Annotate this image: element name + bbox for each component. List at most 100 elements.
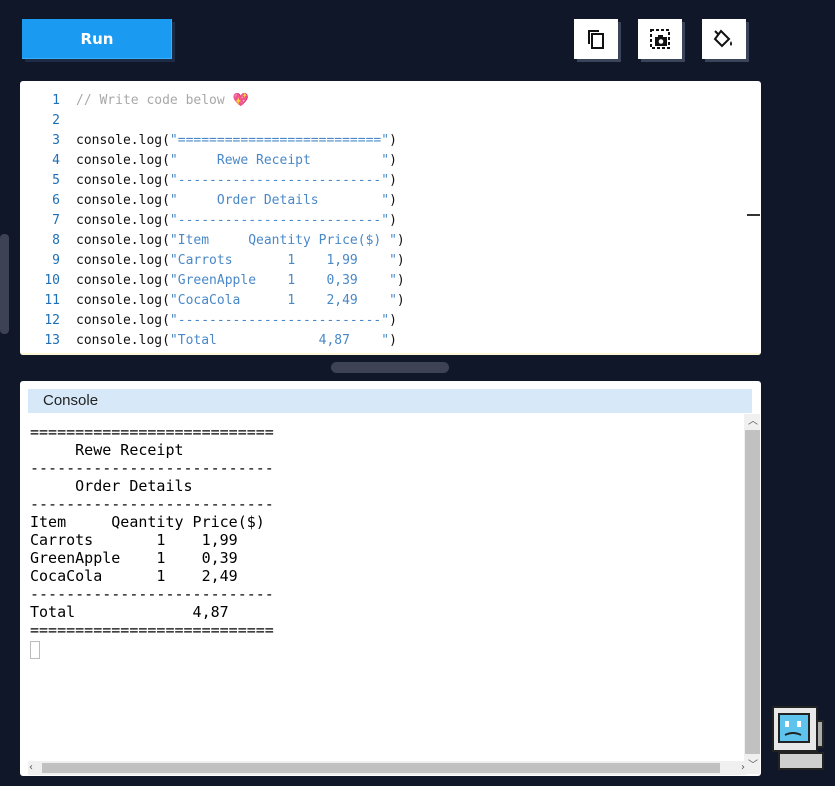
console-output-line: Carrots 1 1,99 [30,531,238,549]
code-string: "Total 4,87 " [169,333,390,348]
code-text[interactable]: console.log("--------------------------"… [76,211,397,231]
code-string: "Item Qeantity Price($) " [169,233,397,248]
code-line[interactable]: 7 console.log("--------------------------… [20,211,761,231]
code-paren: ) [389,153,397,168]
code-call: console.log( [76,293,170,308]
scroll-up-icon[interactable]: ︿ [748,416,758,428]
panel-resize-handle[interactable] [0,234,9,334]
line-number: 13 [44,333,60,348]
scrollbar-thumb[interactable] [42,763,720,773]
code-call: console.log( [76,213,170,228]
line-number: 4 [52,153,60,168]
line-number: 3 [52,133,60,148]
code-paren: ) [389,333,397,348]
line-number: 5 [52,173,60,188]
code-text[interactable]: // Write code below 💖 [76,91,249,111]
code-paren: ) [396,293,405,308]
code-line[interactable]: 10 console.log("GreenApple 1 0,39 ") [20,271,761,291]
code-paren: ) [396,253,405,268]
code-text[interactable]: console.log("GreenApple 1 0,39 ") [76,271,405,291]
scroll-down-icon[interactable]: ﹀ [748,760,758,772]
console-output-line: =========================== [30,621,274,639]
code-paren: ) [389,193,397,208]
code-string: " Order Details " [169,193,390,208]
code-call: console.log( [76,193,170,208]
code-string: "GreenApple 1 0,39 " [169,273,397,288]
line-number: 1 [52,93,60,108]
code-paren: ) [396,233,405,248]
code-paren: ) [396,273,405,288]
code-paren: ) [389,213,397,228]
code-text[interactable]: console.log(" Rewe Receipt ") [76,151,397,171]
line-number: 10 [44,273,60,288]
code-text[interactable]: console.log("--------------------------"… [76,171,397,191]
code-text[interactable]: console.log(" Order Details ") [76,191,397,211]
code-text[interactable]: console.log("--------------------------"… [76,311,397,331]
code-string: "--------------------------" [169,213,390,228]
console-output-line: Total 4,87 [30,603,229,621]
console-output-line: --------------------------- [30,585,274,603]
console-output-line: =========================== [30,423,274,441]
code-string: "Carrots 1 1,99 " [169,253,397,268]
console-panel: Console =========================== Rewe… [20,381,761,776]
copy-icon [588,30,604,49]
code-line[interactable]: 4 console.log(" Rewe Receipt ") [20,151,761,171]
console-output-line: Item Qeantity Price($) [30,513,265,531]
code-string: "CocaCola 1 2,49 " [169,293,397,308]
code-editor[interactable]: 1// Write code below 💖 2 3 console.log("===… [20,81,761,355]
run-button[interactable]: Run [22,19,172,59]
code-text[interactable]: console.log("Carrots 1 1,99 ") [76,251,405,271]
console-horizontal-scrollbar[interactable]: ‹ › [28,761,746,775]
code-call: console.log( [76,133,170,148]
code-text[interactable]: console.log("CocaCola 1 2,49 ") [76,291,405,311]
code-line[interactable]: 12 console.log("-------------------------… [20,311,761,331]
code-line[interactable]: 5 console.log("--------------------------… [20,171,761,191]
copy-button[interactable] [574,19,618,59]
code-text[interactable]: console.log("=========================="… [76,131,397,151]
console-vertical-scrollbar[interactable]: ︿ ﹀ [744,414,760,774]
code-call: console.log( [76,233,170,248]
paint-bucket-icon [713,29,732,48]
screenshot-icon [650,29,670,49]
code-string: "==========================" [169,133,390,148]
console-title: Console [28,389,752,413]
code-line[interactable]: 1 // Write code below 💖 [20,91,761,111]
code-string: " Rewe Receipt " [169,153,390,168]
code-call: console.log( [76,253,170,268]
console-output-line: Rewe Receipt [30,441,184,459]
line-number: 11 [44,293,60,308]
console-cursor[interactable] [30,641,40,659]
scrollbar-thumb[interactable] [745,430,760,754]
code-text[interactable]: console.log("Total 4,87 ") [76,331,397,351]
code-paren: ) [389,313,397,328]
editor-console-splitter[interactable] [331,362,449,373]
code-call: console.log( [76,333,170,348]
console-output: =========================== Rewe Receipt… [30,423,274,659]
code-line[interactable]: 8 console.log("Item Qeantity Price($) ") [20,231,761,251]
code-line[interactable]: 2 [20,111,761,131]
line-number: 2 [52,113,60,128]
console-output-line: GreenApple 1 0,39 [30,549,238,567]
code-call: console.log( [76,273,170,288]
code-text[interactable]: console.log("Item Qeantity Price($) ") [76,231,405,251]
code-line[interactable]: 9 console.log("Carrots 1 1,99 ") [20,251,761,271]
code-paren: ) [389,173,397,188]
code-string: "--------------------------" [169,313,390,328]
code-paren: ) [389,133,397,148]
console-output-line: --------------------------- [30,459,274,477]
theme-button[interactable] [702,19,746,59]
code-call: console.log( [76,173,170,188]
line-number: 8 [52,233,60,248]
retro-computer-icon[interactable] [767,703,829,777]
console-output-line: CocaCola 1 2,49 [30,567,238,585]
scroll-right-icon[interactable]: › [741,762,745,774]
code-comment: // Write code below 💖 [76,93,249,108]
active-line-highlight [20,353,761,355]
code-line[interactable]: 6 console.log(" Order Details ") [20,191,761,211]
code-line[interactable]: 3 console.log("==========================… [20,131,761,151]
code-line[interactable]: 11 console.log("CocaCola 1 2,49 ") [20,291,761,311]
scroll-left-icon[interactable]: ‹ [29,762,33,774]
screenshot-button[interactable] [638,19,682,59]
line-number: 12 [44,313,60,328]
code-line[interactable]: 13 console.log("Total 4,87 ") [20,331,761,351]
